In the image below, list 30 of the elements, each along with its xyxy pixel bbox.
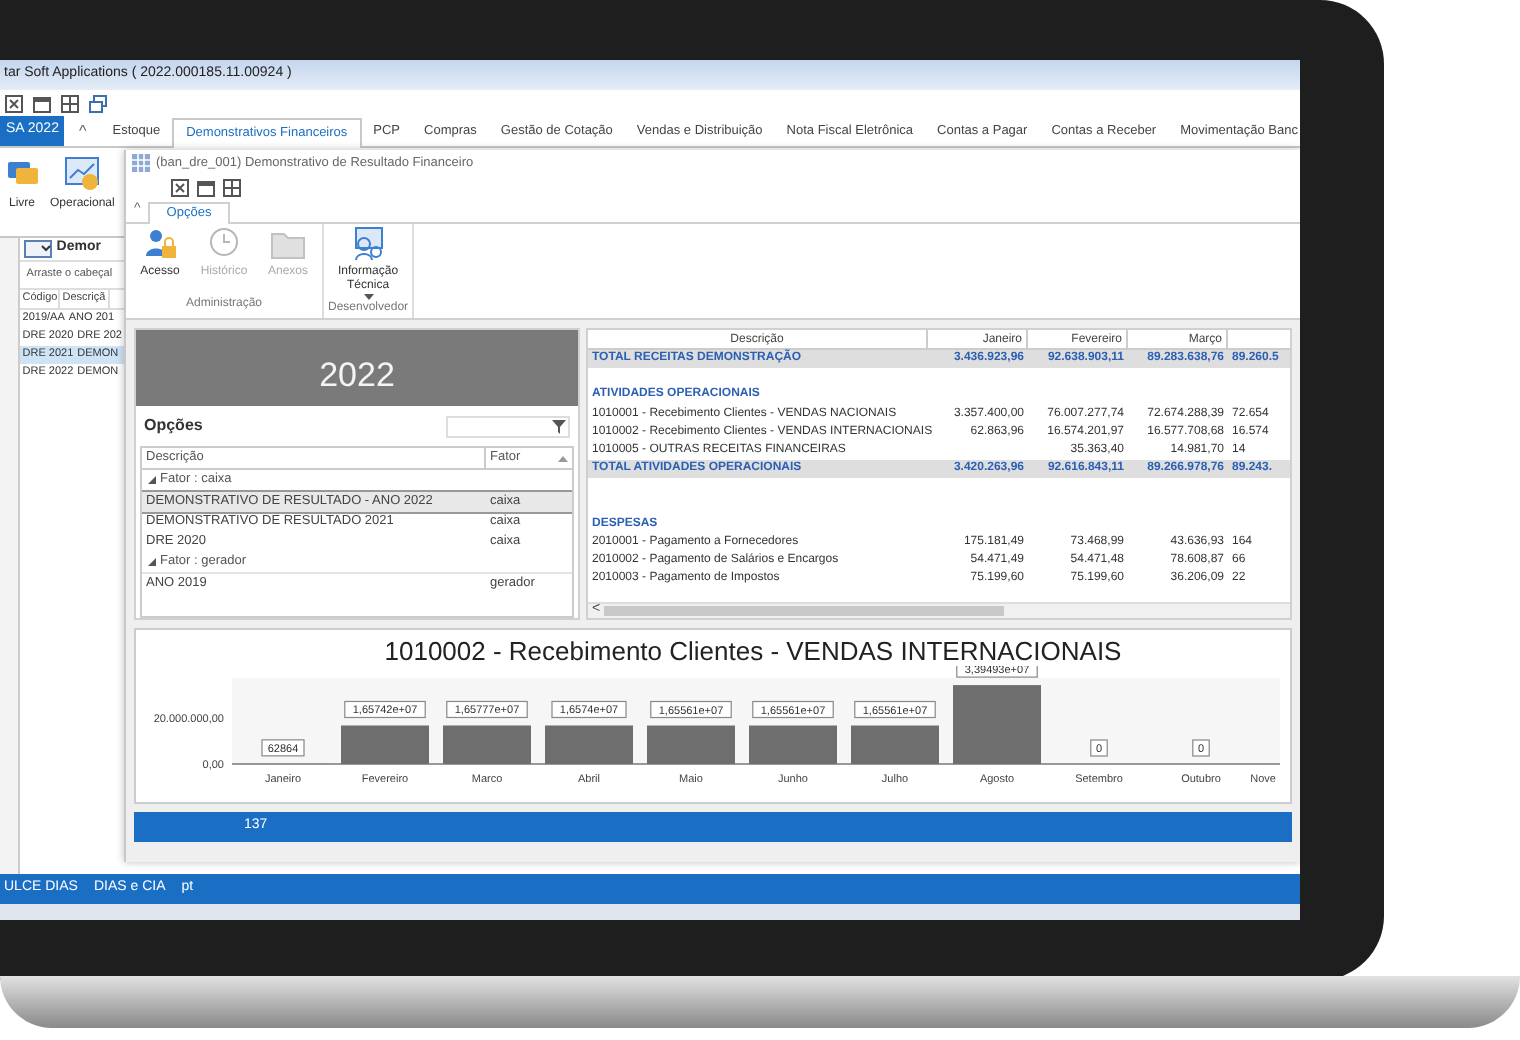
grid-icon[interactable] bbox=[60, 93, 80, 113]
bar bbox=[545, 725, 633, 764]
grid-icon[interactable] bbox=[222, 178, 242, 198]
layout-icon[interactable] bbox=[24, 240, 53, 258]
calendar-icon[interactable] bbox=[196, 178, 216, 198]
clock-icon bbox=[206, 226, 242, 262]
search-field[interactable] bbox=[446, 415, 570, 437]
bar bbox=[443, 725, 531, 764]
year-title: 2022 bbox=[319, 353, 395, 397]
window-icon[interactable] bbox=[170, 178, 190, 198]
sort-icon bbox=[558, 455, 568, 461]
expand-icon bbox=[148, 558, 156, 566]
user-search-icon bbox=[350, 226, 387, 262]
scrollbar-thumb[interactable] bbox=[604, 606, 1005, 616]
calendar-icon[interactable] bbox=[32, 93, 52, 113]
chart-icon bbox=[64, 156, 101, 190]
bar bbox=[647, 725, 735, 764]
expand-icon bbox=[148, 476, 156, 484]
chart-title: 1010002 - Recebimento Clientes - VENDAS INTERNACIONAIS bbox=[382, 634, 1124, 666]
users-icon bbox=[142, 226, 178, 262]
bar bbox=[341, 725, 429, 764]
bar bbox=[749, 725, 837, 764]
bar bbox=[851, 725, 939, 764]
cards-icon bbox=[4, 156, 40, 190]
filter-icon bbox=[552, 419, 566, 433]
window-icon[interactable] bbox=[4, 93, 24, 113]
options-title: Opções bbox=[144, 414, 203, 438]
windows-icon[interactable] bbox=[88, 93, 108, 113]
bar bbox=[953, 685, 1041, 764]
collapse-glyph[interactable]: ^ bbox=[68, 116, 97, 146]
